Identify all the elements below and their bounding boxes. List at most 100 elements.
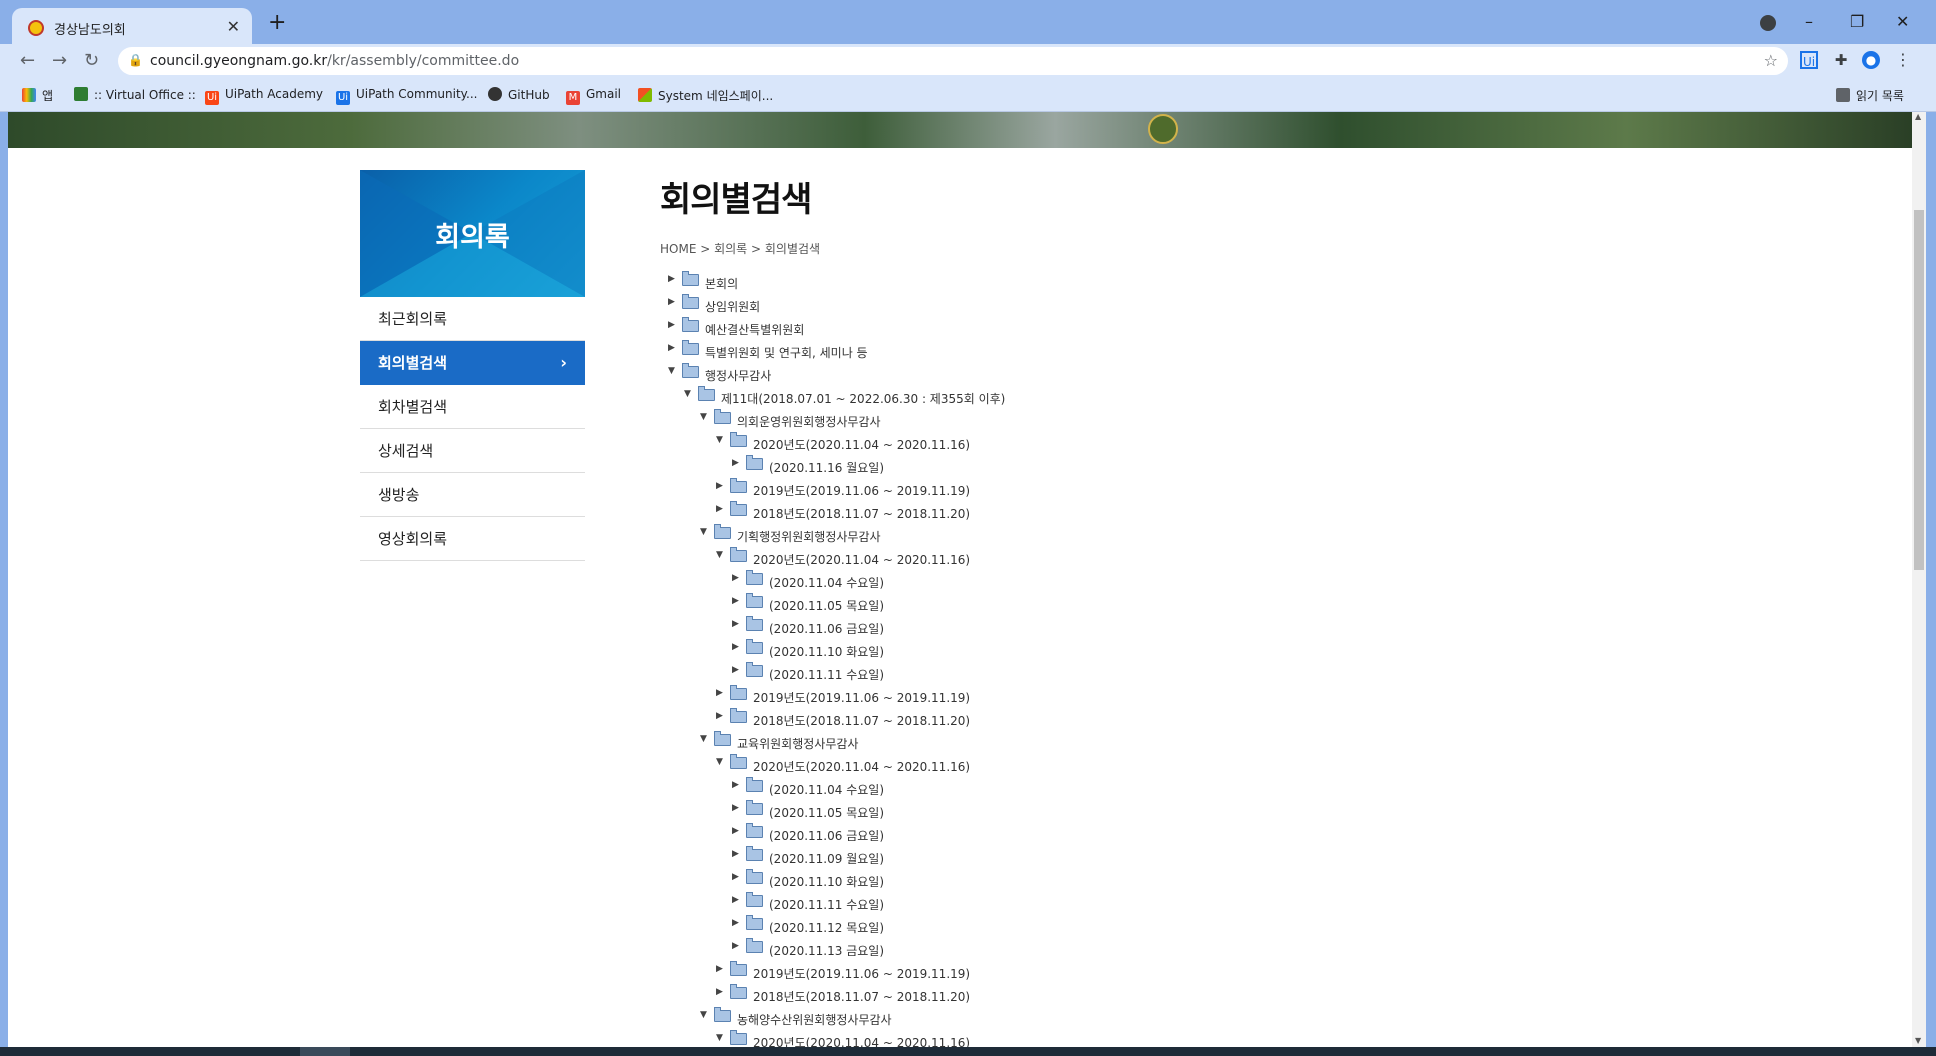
browser-menu-icon[interactable]: ⋮ (1894, 51, 1912, 69)
tree-node[interactable]: ▶ 2019년도(2019.11.06 ~ 2019.11.19) (660, 684, 1460, 707)
tree-node-label[interactable]: (2020.11.11 수요일) (769, 666, 884, 683)
tree-node-label[interactable]: (2020.11.13 금요일) (769, 942, 884, 959)
bookmark-uipath-academy[interactable]: Ui UiPath Academy (205, 87, 323, 105)
restore-icon[interactable]: ❐ (1850, 12, 1864, 31)
tree-collapsed-arrow-icon[interactable]: ▶ (716, 987, 723, 997)
tree-node[interactable]: ▶ (2020.11.06 금요일) (660, 615, 1460, 638)
tree-node[interactable]: ▶ (2020.11.05 목요일) (660, 799, 1460, 822)
tree-node-label[interactable]: 2019년도(2019.11.06 ~ 2019.11.19) (753, 965, 970, 982)
tree-node-label[interactable]: (2020.11.10 화요일) (769, 873, 884, 890)
tree-collapsed-arrow-icon[interactable]: ▶ (668, 320, 675, 330)
tree-node-label[interactable]: 2018년도(2018.11.07 ~ 2018.11.20) (753, 505, 970, 522)
tree-node[interactable]: ▶ (2020.11.10 화요일) (660, 868, 1460, 891)
tree-node[interactable]: ▶ 예산결산특별위원회 (660, 316, 1460, 339)
tree-node-label[interactable]: (2020.11.12 목요일) (769, 919, 884, 936)
tree-node[interactable]: ▼ 2020년도(2020.11.04 ~ 2020.11.16) (660, 431, 1460, 454)
scroll-down-icon[interactable]: ▼ (1915, 1036, 1921, 1045)
minimize-icon[interactable]: – (1805, 12, 1813, 31)
tree-node-label[interactable]: (2020.11.09 월요일) (769, 850, 884, 867)
bookmark-gmail[interactable]: M Gmail (566, 87, 621, 105)
tree-node[interactable]: ▶ 2018년도(2018.11.07 ~ 2018.11.20) (660, 707, 1460, 730)
forward-icon[interactable]: → (52, 50, 67, 71)
tree-node-label[interactable]: (2020.11.05 목요일) (769, 597, 884, 614)
tree-node[interactable]: ▶ (2020.11.11 수요일) (660, 891, 1460, 914)
bookmark-github[interactable]: GitHub (488, 87, 550, 102)
tree-collapsed-arrow-icon[interactable]: ▶ (732, 803, 739, 813)
tree-collapsed-arrow-icon[interactable]: ▶ (732, 619, 739, 629)
tree-expanded-arrow-icon[interactable]: ▼ (716, 550, 723, 560)
tree-node-label[interactable]: 본회의 (705, 275, 738, 292)
bookmark-uipath-community[interactable]: Ui UiPath Community... (336, 87, 477, 105)
tree-collapsed-arrow-icon[interactable]: ▶ (732, 941, 739, 951)
tree-collapsed-arrow-icon[interactable]: ▶ (732, 826, 739, 836)
profile-avatar-icon[interactable]: ● (1862, 51, 1880, 69)
tree-node-label[interactable]: 2018년도(2018.11.07 ~ 2018.11.20) (753, 712, 970, 729)
tree-expanded-arrow-icon[interactable]: ▼ (716, 757, 723, 767)
address-bar[interactable]: 🔒 council.gyeongnam.go.kr/kr/assembly/co… (118, 47, 1788, 75)
sidebar-item-recent[interactable]: 최근회의록 (360, 297, 585, 341)
tree-node-label[interactable]: 상임위원회 (705, 298, 760, 315)
tree-expanded-arrow-icon[interactable]: ▼ (684, 389, 691, 399)
tree-expanded-arrow-icon[interactable]: ▼ (700, 1010, 707, 1020)
tree-node-label[interactable]: 의회운영위원회행정사무감사 (737, 413, 881, 430)
tree-node-label[interactable]: (2020.11.04 수요일) (769, 781, 884, 798)
new-tab-icon[interactable]: + (268, 12, 286, 34)
tree-node[interactable]: ▶ (2020.11.06 금요일) (660, 822, 1460, 845)
tree-node[interactable]: ▶ 특별위원회 및 연구회, 세미나 등 (660, 339, 1460, 362)
tree-expanded-arrow-icon[interactable]: ▼ (700, 412, 707, 422)
tree-collapsed-arrow-icon[interactable]: ▶ (716, 481, 723, 491)
tree-collapsed-arrow-icon[interactable]: ▶ (732, 918, 739, 928)
tree-node[interactable]: ▼ 농해양수산위원회행정사무감사 (660, 1006, 1460, 1029)
tree-node-label[interactable]: 2019년도(2019.11.06 ~ 2019.11.19) (753, 482, 970, 499)
tree-node-label[interactable]: 농해양수산위원회행정사무감사 (737, 1011, 892, 1028)
tree-collapsed-arrow-icon[interactable]: ▶ (668, 274, 675, 284)
bookmark-apps[interactable]: 앱 (22, 87, 53, 104)
uipath-extension-icon[interactable]: Ui (1800, 51, 1818, 69)
sidebar-item-by-meeting[interactable]: 회의별검색 › (360, 341, 585, 385)
tree-node-label[interactable]: (2020.11.06 금요일) (769, 620, 884, 637)
tree-node[interactable]: ▶ (2020.11.16 월요일) (660, 454, 1460, 477)
tree-node[interactable]: ▶ (2020.11.05 목요일) (660, 592, 1460, 615)
tree-node-label[interactable]: 2019년도(2019.11.06 ~ 2019.11.19) (753, 689, 970, 706)
page-scrollbar[interactable]: ▲ ▼ (1912, 112, 1926, 1047)
sidebar-item-detail-search[interactable]: 상세검색 (360, 429, 585, 473)
bookmark-virtual-office[interactable]: :: Virtual Office :: (74, 87, 196, 102)
tree-collapsed-arrow-icon[interactable]: ▶ (716, 688, 723, 698)
tree-node[interactable]: ▶ (2020.11.13 금요일) (660, 937, 1460, 960)
tree-node[interactable]: ▶ (2020.11.10 화요일) (660, 638, 1460, 661)
tree-node-label[interactable]: (2020.11.10 화요일) (769, 643, 884, 660)
tree-node-label[interactable]: 2020년도(2020.11.04 ~ 2020.11.16) (753, 551, 970, 568)
tree-node[interactable]: ▶ 2019년도(2019.11.06 ~ 2019.11.19) (660, 960, 1460, 983)
extensions-puzzle-icon[interactable]: ✚ (1832, 51, 1850, 69)
tree-node[interactable]: ▶ (2020.11.04 수요일) (660, 776, 1460, 799)
tree-collapsed-arrow-icon[interactable]: ▶ (716, 964, 723, 974)
tree-expanded-arrow-icon[interactable]: ▼ (700, 734, 707, 744)
tree-expanded-arrow-icon[interactable]: ▼ (668, 366, 675, 376)
tree-collapsed-arrow-icon[interactable]: ▶ (732, 849, 739, 859)
tree-node-label[interactable]: (2020.11.11 수요일) (769, 896, 884, 913)
tree-node-label[interactable]: (2020.11.04 수요일) (769, 574, 884, 591)
tree-collapsed-arrow-icon[interactable]: ▶ (732, 596, 739, 606)
tree-node[interactable]: ▶ 본회의 (660, 270, 1460, 293)
sidebar-item-by-session[interactable]: 회차별검색 (360, 385, 585, 429)
tree-node-label[interactable]: 2020년도(2020.11.04 ~ 2020.11.16) (753, 436, 970, 453)
tree-node[interactable]: ▶ 2019년도(2019.11.06 ~ 2019.11.19) (660, 477, 1460, 500)
reading-list[interactable]: 읽기 목록 (1836, 87, 1904, 104)
tree-expanded-arrow-icon[interactable]: ▼ (716, 1033, 723, 1043)
tree-node[interactable]: ▶ (2020.11.11 수요일) (660, 661, 1460, 684)
tree-node-label[interactable]: 예산결산특별위원회 (705, 321, 804, 338)
sidebar-item-live[interactable]: 생방송 (360, 473, 585, 517)
tree-node[interactable]: ▼ 의회운영위원회행정사무감사 (660, 408, 1460, 431)
back-icon[interactable]: ← (20, 50, 35, 71)
tree-collapsed-arrow-icon[interactable]: ▶ (732, 780, 739, 790)
bookmark-star-icon[interactable]: ☆ (1764, 51, 1778, 70)
tree-node-label[interactable]: (2020.11.16 월요일) (769, 459, 884, 476)
tree-node-label[interactable]: 2020년도(2020.11.04 ~ 2020.11.16) (753, 758, 970, 775)
tree-collapsed-arrow-icon[interactable]: ▶ (668, 297, 675, 307)
tree-node[interactable]: ▶ 2018년도(2018.11.07 ~ 2018.11.20) (660, 500, 1460, 523)
reload-icon[interactable]: ↻ (84, 50, 99, 71)
taskbar-item[interactable] (300, 1047, 350, 1056)
tree-node-label[interactable]: 제11대(2018.07.01 ~ 2022.06.30 : 제355회 이후) (721, 390, 1005, 407)
tree-collapsed-arrow-icon[interactable]: ▶ (716, 504, 723, 514)
tree-node-label[interactable]: 특별위원회 및 연구회, 세미나 등 (705, 344, 868, 361)
